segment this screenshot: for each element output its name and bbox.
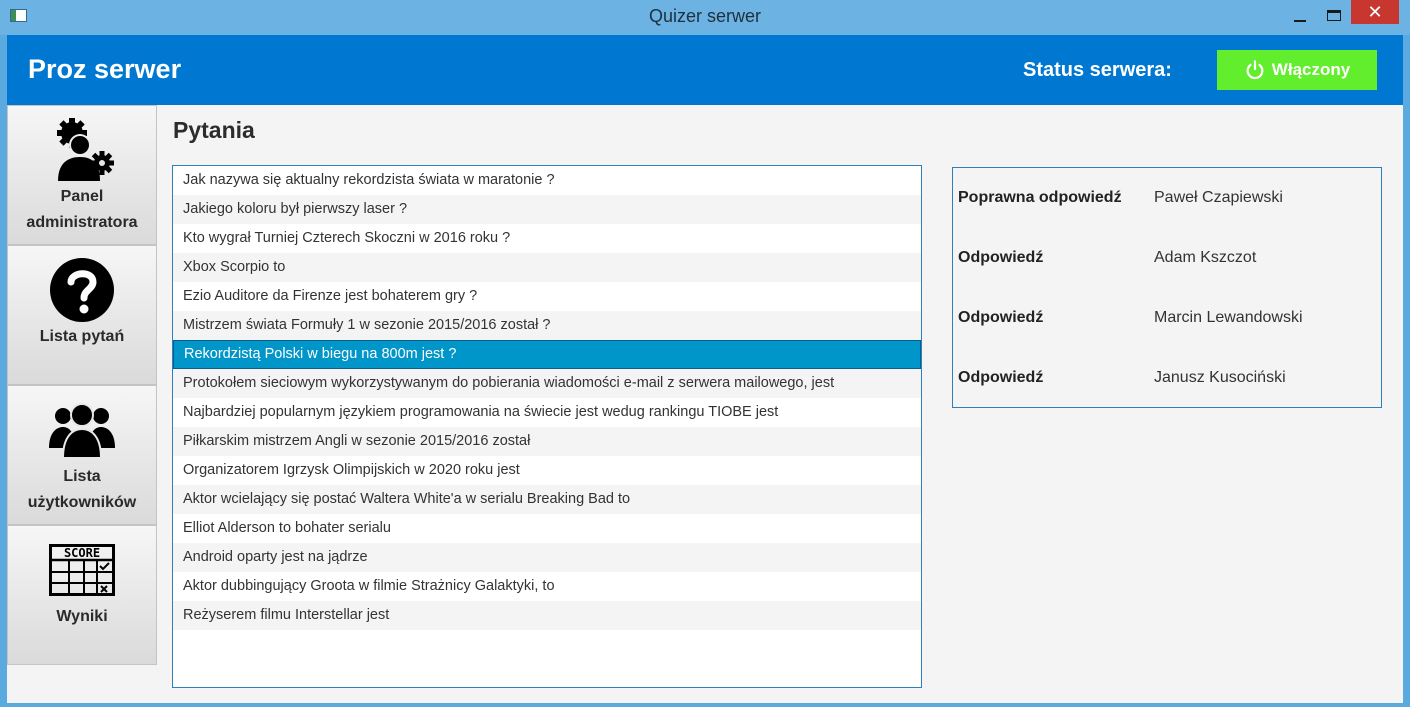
answer-value: Paweł Czapiewski	[1154, 189, 1283, 206]
app-title: Proz serwer	[28, 54, 182, 84]
answer-label: Odpowiedź	[958, 309, 1044, 326]
sidebar-item-question-list[interactable]: Lista pytań	[7, 245, 157, 385]
close-button[interactable]: ✕	[1351, 0, 1399, 24]
minimize-button[interactable]	[1283, 0, 1317, 30]
answer-label: Poprawna odpowiedź	[958, 189, 1122, 206]
question-row[interactable]: Android oparty jest na jądrze	[173, 543, 921, 572]
question-row[interactable]: Reżyserem filmu Interstellar jest	[173, 601, 921, 630]
answer-value: Adam Kszczot	[1154, 249, 1257, 266]
answer-row: Odpowiedź Adam Kszczot	[953, 243, 1381, 273]
sidebar-item-label: Panel	[60, 188, 104, 205]
answer-value: Janusz Kusociński	[1154, 369, 1286, 386]
minimize-icon	[1294, 20, 1306, 22]
question-row[interactable]: Elliot Alderson to bohater serialu	[173, 514, 921, 543]
question-row[interactable]: Mistrzem świata Formuły 1 w sezonie 2015…	[173, 311, 921, 340]
answer-row: Odpowiedź Marcin Lewandowski	[953, 303, 1381, 333]
window-titlebar[interactable]: Quizer serwer ✕	[0, 0, 1410, 35]
score-text: SCORE	[64, 546, 100, 560]
window-title: Quizer serwer	[648, 6, 762, 26]
answer-label: Odpowiedź	[958, 369, 1044, 386]
sidebar-item-results[interactable]: SCORE Wyniki	[7, 525, 157, 665]
sidebar-item-user-list[interactable]: Lista użytkowników	[7, 385, 157, 525]
question-row[interactable]: Ezio Auditore da Firenze jest bohaterem …	[173, 282, 921, 311]
question-row[interactable]: Jakiego koloru był pierwszy laser ?	[173, 195, 921, 224]
server-status-text: Włączony	[1271, 60, 1351, 79]
question-row[interactable]: Protokołem sieciowym wykorzystywanym do …	[173, 369, 921, 398]
question-row[interactable]: Kto wygrał Turniej Czterech Skoczni w 20…	[173, 224, 921, 253]
sidebar-item-label: administratora	[26, 214, 138, 231]
sidebar-item-admin-panel[interactable]: Panel administratora	[7, 105, 157, 245]
maximize-icon	[1327, 9, 1341, 21]
question-row[interactable]: Organizatorem Igrzysk Olimpijskich w 202…	[173, 456, 921, 485]
question-row[interactable]: Xbox Scorpio to	[173, 253, 921, 282]
correct-answer-row: Poprawna odpowiedź Paweł Czapiewski	[953, 183, 1381, 213]
question-row[interactable]: Aktor wcielający się postać Waltera Whit…	[173, 485, 921, 514]
sidebar-item-label: Lista	[63, 468, 101, 485]
question-row[interactable]: Piłkarskim mistrzem Angli w sezonie 2015…	[173, 427, 921, 456]
admin-gears-icon	[50, 116, 114, 184]
answer-label: Odpowiedź	[958, 249, 1044, 266]
question-row-selected[interactable]: Rekordzistą Polski w biegu na 800m jest …	[173, 340, 921, 369]
sidebar: Panel administratora Lista pytań Lista u…	[7, 105, 157, 665]
power-icon	[1246, 60, 1264, 80]
question-list[interactable]: Jak nazywa się aktualny rekordzista świa…	[172, 165, 922, 688]
sidebar-item-label: użytkowników	[27, 494, 137, 511]
server-status-label: Status serwera:	[1023, 59, 1172, 81]
question-row[interactable]	[173, 630, 921, 659]
question-row[interactable]: Najbardziej popularnym językiem programo…	[173, 398, 921, 427]
answer-value: Marcin Lewandowski	[1154, 309, 1303, 326]
answer-row: Odpowiedź Janusz Kusociński	[953, 363, 1381, 393]
sidebar-item-label: Wyniki	[56, 608, 108, 625]
score-board-icon: SCORE	[49, 536, 115, 604]
close-icon: ✕	[1367, 1, 1383, 22]
question-row[interactable]: Jak nazywa się aktualny rekordzista świa…	[173, 166, 921, 195]
server-status-button[interactable]: Włączony	[1217, 50, 1377, 90]
app-header: Proz serwer Status serwera: Włączony	[7, 35, 1403, 105]
page-title: Pytania	[173, 117, 255, 143]
question-icon	[49, 256, 115, 324]
sidebar-item-label: Lista pytań	[39, 328, 125, 345]
maximize-button[interactable]	[1317, 0, 1351, 30]
answer-panel: Poprawna odpowiedź Paweł Czapiewski Odpowi…	[952, 167, 1382, 408]
question-row[interactable]: Aktor dubbingujący Groota w filmie Straż…	[173, 572, 921, 601]
app-window: Proz serwer Status serwera: Włączony Pan…	[7, 35, 1403, 703]
users-icon	[49, 396, 115, 464]
